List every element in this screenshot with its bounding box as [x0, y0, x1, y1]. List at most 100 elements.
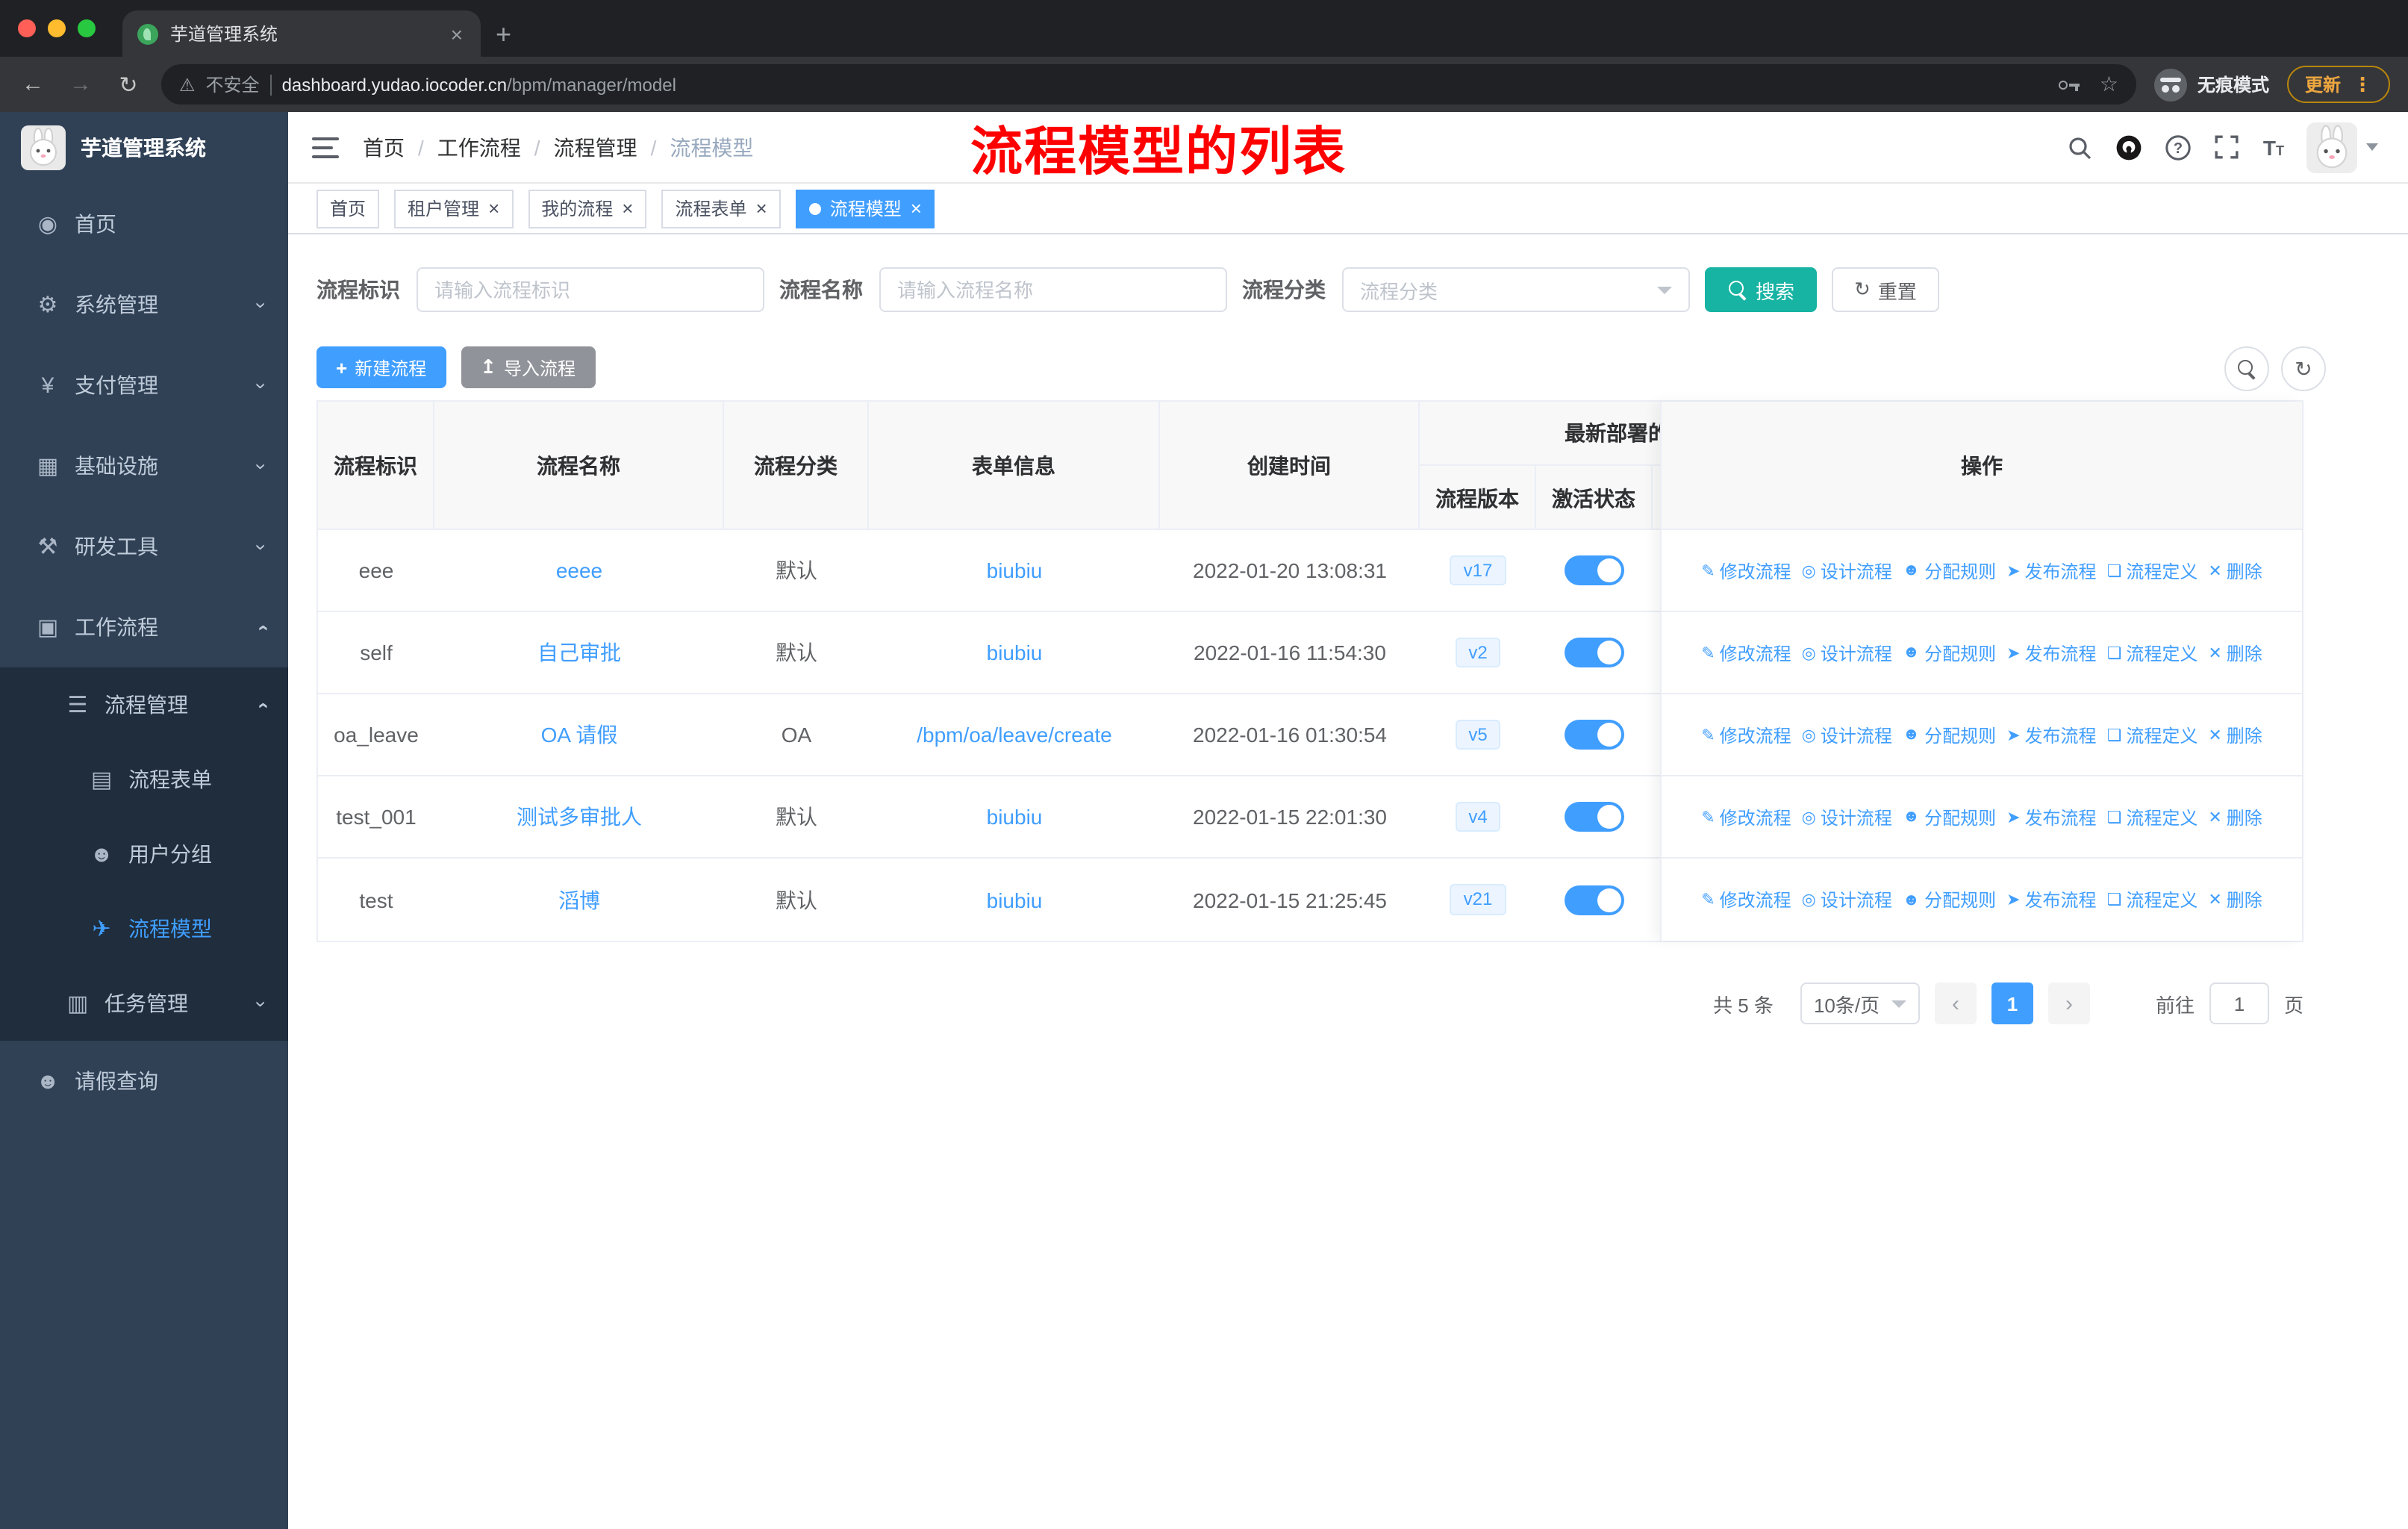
sidebar-item-process-form[interactable]: ▤ 流程表单: [0, 742, 288, 817]
action-modify-button[interactable]: ✎ 修改流程: [1701, 887, 1791, 912]
action-definition-button[interactable]: ❏ 流程定义: [2107, 804, 2198, 829]
action-assign-rule-button[interactable]: ☻ 分配规则: [1903, 640, 1996, 665]
font-size-icon[interactable]: TT: [2263, 135, 2284, 159]
action-definition-button[interactable]: ❏ 流程定义: [2107, 887, 2198, 912]
goto-page-input[interactable]: [2209, 983, 2269, 1024]
current-page-button[interactable]: 1: [1991, 983, 2033, 1024]
github-icon[interactable]: [2115, 134, 2142, 161]
action-assign-rule-button[interactable]: ☻ 分配规则: [1903, 558, 1996, 583]
breadcrumb-item[interactable]: 首页: [363, 132, 405, 162]
form-info-link[interactable]: /bpm/oa/leave/create: [917, 723, 1112, 747]
window-close-button[interactable]: [18, 19, 36, 37]
fullscreen-icon[interactable]: [2214, 134, 2241, 161]
process-name-link[interactable]: 测试多审批人: [517, 802, 642, 832]
address-bar[interactable]: ⚠ 不安全 dashboard.yudao.iocoder.cn/bpm/man…: [161, 64, 2136, 105]
window-minimize-button[interactable]: [48, 19, 66, 37]
logo[interactable]: 芋道管理系统: [0, 112, 288, 184]
search-icon[interactable]: [2066, 134, 2093, 161]
reload-icon[interactable]: ↻: [113, 71, 143, 98]
back-icon[interactable]: ←: [18, 72, 48, 97]
action-design-button[interactable]: ◎ 设计流程: [1802, 887, 1892, 912]
tag-close-icon[interactable]: ×: [488, 199, 499, 218]
sidebar-item-process-model[interactable]: ✈ 流程模型: [0, 891, 288, 966]
search-button[interactable]: 搜索: [1705, 267, 1818, 312]
filter-id-input[interactable]: [417, 267, 764, 312]
action-definition-button[interactable]: ❏ 流程定义: [2107, 558, 2198, 583]
tag-close-icon[interactable]: ×: [911, 199, 922, 218]
user-avatar[interactable]: [2306, 122, 2378, 172]
active-toggle[interactable]: [1565, 720, 1624, 750]
active-toggle[interactable]: [1565, 802, 1624, 832]
action-definition-button[interactable]: ❏ 流程定义: [2107, 640, 2198, 665]
action-publish-button[interactable]: ➤ 发布流程: [2006, 640, 2096, 665]
form-info-link[interactable]: biubiu: [987, 888, 1043, 912]
next-page-button[interactable]: ›: [2047, 983, 2090, 1024]
bookmark-star-icon[interactable]: ☆: [2100, 72, 2118, 97]
tag-close-icon[interactable]: ×: [756, 199, 767, 218]
sidebar-item-leave-query[interactable]: ☻ 请假查询: [0, 1041, 288, 1121]
menu-kebab-icon[interactable]: ⋮: [2353, 72, 2372, 96]
filter-name-input[interactable]: [879, 267, 1227, 312]
reset-button[interactable]: ↻ 重置: [1832, 267, 1939, 312]
window-zoom-button[interactable]: [78, 19, 96, 37]
action-assign-rule-button[interactable]: ☻ 分配规则: [1903, 804, 1996, 829]
incognito-badge[interactable]: 无痕模式: [2153, 68, 2269, 101]
action-modify-button[interactable]: ✎ 修改流程: [1701, 640, 1791, 665]
sidebar-item-payment-management[interactable]: ¥ 支付管理 ›: [0, 345, 288, 426]
tag-我的流程[interactable]: 我的流程 ×: [528, 189, 647, 228]
create-process-button[interactable]: + 新建流程: [316, 346, 446, 388]
action-modify-button[interactable]: ✎ 修改流程: [1701, 804, 1791, 829]
toggle-search-button[interactable]: [2224, 346, 2269, 391]
help-icon[interactable]: ?: [2165, 134, 2192, 161]
prev-page-button[interactable]: ‹: [1934, 983, 1977, 1024]
action-delete-button[interactable]: ✕ 删除: [2208, 804, 2262, 829]
action-design-button[interactable]: ◎ 设计流程: [1802, 804, 1892, 829]
action-assign-rule-button[interactable]: ☻ 分配规则: [1903, 722, 1996, 747]
browser-tab[interactable]: 芋道管理系统 ×: [122, 10, 481, 57]
form-info-link[interactable]: biubiu: [987, 641, 1043, 664]
breadcrumb-item[interactable]: 工作流程: [437, 132, 521, 162]
action-design-button[interactable]: ◎ 设计流程: [1802, 640, 1892, 665]
process-name-link[interactable]: OA 请假: [541, 720, 618, 750]
filter-category-select[interactable]: 流程分类: [1342, 267, 1690, 312]
action-delete-button[interactable]: ✕ 删除: [2208, 887, 2262, 912]
tab-close-icon[interactable]: ×: [448, 22, 466, 46]
import-process-button[interactable]: ↥ 导入流程: [461, 346, 596, 388]
action-definition-button[interactable]: ❏ 流程定义: [2107, 722, 2198, 747]
sidebar-item-task-management[interactable]: ▥ 任务管理 ›: [0, 966, 288, 1041]
sidebar-item-system-management[interactable]: ⚙ 系统管理 ›: [0, 264, 288, 345]
tag-流程模型[interactable]: 流程模型 ×: [795, 189, 935, 228]
active-toggle[interactable]: [1565, 885, 1624, 915]
process-name-link[interactable]: eeee: [556, 558, 602, 582]
tag-首页[interactable]: 首页: [316, 189, 380, 228]
active-toggle[interactable]: [1565, 555, 1624, 585]
refresh-table-button[interactable]: ↻: [2281, 346, 2326, 391]
process-name-link[interactable]: 自己审批: [537, 638, 621, 667]
sidebar-item-infrastructure[interactable]: ▦ 基础设施 ›: [0, 426, 288, 506]
form-info-link[interactable]: biubiu: [987, 558, 1043, 582]
tag-流程表单[interactable]: 流程表单 ×: [661, 189, 781, 228]
action-design-button[interactable]: ◎ 设计流程: [1802, 558, 1892, 583]
sidebar-item-home[interactable]: ◉ 首页: [0, 184, 288, 264]
process-name-link[interactable]: 滔博: [558, 885, 600, 915]
action-modify-button[interactable]: ✎ 修改流程: [1701, 722, 1791, 747]
action-delete-button[interactable]: ✕ 删除: [2208, 640, 2262, 665]
new-tab-icon[interactable]: +: [496, 19, 511, 51]
action-delete-button[interactable]: ✕ 删除: [2208, 722, 2262, 747]
action-publish-button[interactable]: ➤ 发布流程: [2006, 887, 2096, 912]
action-publish-button[interactable]: ➤ 发布流程: [2006, 804, 2096, 829]
active-toggle[interactable]: [1565, 638, 1624, 667]
action-modify-button[interactable]: ✎ 修改流程: [1701, 558, 1791, 583]
action-publish-button[interactable]: ➤ 发布流程: [2006, 722, 2096, 747]
password-key-icon[interactable]: [2058, 72, 2082, 96]
form-info-link[interactable]: biubiu: [987, 805, 1043, 829]
update-button[interactable]: 更新 ⋮: [2286, 66, 2390, 103]
sidebar-item-dev-tools[interactable]: ⚒ 研发工具 ›: [0, 506, 288, 587]
tag-close-icon[interactable]: ×: [622, 199, 633, 218]
action-publish-button[interactable]: ➤ 发布流程: [2006, 558, 2096, 583]
sidebar-item-process-management[interactable]: ☰ 流程管理 ›: [0, 667, 288, 742]
sidebar-item-workflow[interactable]: ▣ 工作流程 ›: [0, 587, 288, 667]
action-assign-rule-button[interactable]: ☻ 分配规则: [1903, 887, 1996, 912]
sidebar-item-user-group[interactable]: ☻ 用户分组: [0, 817, 288, 891]
tag-租户管理[interactable]: 租户管理 ×: [394, 189, 514, 228]
